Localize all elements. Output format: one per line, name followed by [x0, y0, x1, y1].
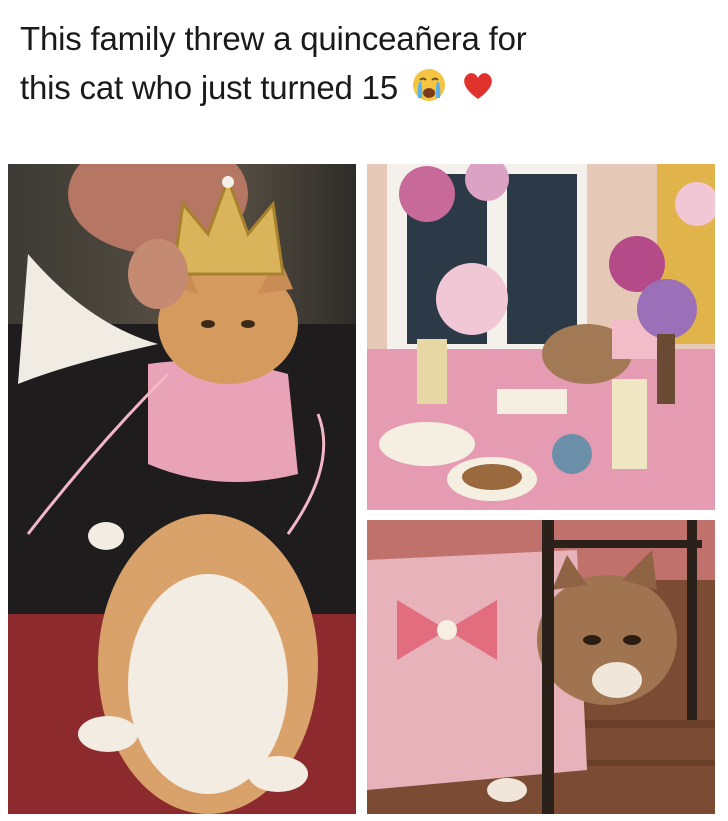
red-heart-emoji-icon [464, 73, 492, 99]
crying-face-emoji-icon [412, 69, 445, 101]
party-table-photo [367, 164, 715, 510]
cat-under-table-photo [367, 520, 715, 814]
caption-line-2: this cat who just turned 15 [20, 63, 710, 112]
meme-caption: This family threw a quinceañera for this… [20, 14, 710, 112]
cat-crowned-held-photo [8, 164, 356, 814]
caption-line-1: This family threw a quinceañera for [20, 20, 527, 57]
caption-line-2-text: this cat who just turned 15 [20, 69, 398, 106]
